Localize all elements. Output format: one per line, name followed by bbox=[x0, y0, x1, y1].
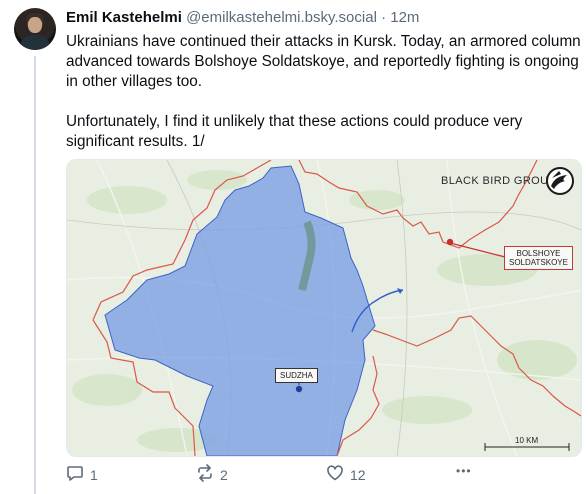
label-soldatskoye-line1: BOLSHOYE bbox=[516, 249, 561, 258]
post-time[interactable]: 12m bbox=[390, 9, 419, 26]
map-brand: BLACK BIRD GROUP bbox=[441, 175, 557, 187]
black-bird-logo-icon bbox=[545, 166, 575, 196]
label-sudzha: SUDZHA bbox=[275, 368, 318, 383]
like-count: 12 bbox=[350, 466, 366, 483]
author-name[interactable]: Emil Kastehelmi bbox=[66, 9, 182, 26]
label-soldatskoye-line2: SOLDATSKOYE bbox=[509, 258, 568, 267]
sudzha-marker bbox=[295, 385, 303, 393]
post-body: Ukrainians have continued their attacks … bbox=[66, 32, 581, 172]
map-image[interactable]: BLACK BIRD GROUP BOLSHOYE SOLDATSKOYE SU… bbox=[66, 159, 582, 457]
repost-count: 2 bbox=[220, 466, 228, 483]
post-actions: 1 2 12 ••• bbox=[66, 462, 581, 488]
avatar[interactable] bbox=[14, 8, 56, 50]
more-button[interactable]: ••• bbox=[456, 464, 472, 478]
separator-dot: · bbox=[381, 9, 387, 26]
repost-icon bbox=[196, 464, 214, 485]
more-icon: ••• bbox=[456, 464, 472, 478]
scale-label: 10 KM bbox=[515, 436, 539, 445]
avatar-body bbox=[20, 35, 50, 50]
heart-icon bbox=[326, 464, 344, 485]
post-paragraph-2: Unfortunately, I find it unlikely that t… bbox=[66, 113, 523, 150]
soldatskoye-marker bbox=[446, 238, 454, 246]
reply-count: 1 bbox=[90, 466, 98, 483]
reply-icon bbox=[66, 464, 84, 485]
post-paragraph-1: Ukrainians have continued their attacks … bbox=[66, 33, 581, 90]
reply-button[interactable]: 1 bbox=[66, 464, 98, 485]
post-header: Emil Kastehelmi @emilkastehelmi.bsky.soc… bbox=[66, 9, 419, 26]
thread-line bbox=[34, 56, 36, 494]
map-canvas bbox=[67, 160, 581, 456]
author-handle[interactable]: @emilkastehelmi.bsky.social bbox=[186, 9, 377, 26]
like-button[interactable]: 12 bbox=[326, 464, 366, 485]
avatar-face bbox=[28, 17, 42, 33]
label-bolshoye-soldatskoye: BOLSHOYE SOLDATSKOYE bbox=[504, 246, 573, 270]
repost-button[interactable]: 2 bbox=[196, 464, 228, 485]
